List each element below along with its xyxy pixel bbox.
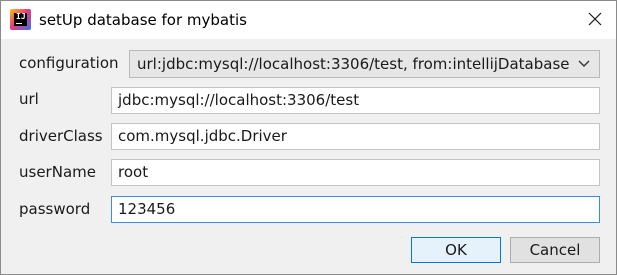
url-label: url <box>19 90 39 108</box>
chevron-down-icon <box>578 60 590 67</box>
configuration-selected-value: url:jdbc:mysql://localhost:3306/test, fr… <box>137 55 570 73</box>
ok-button[interactable]: OK <box>411 237 501 263</box>
url-field[interactable]: jdbc:mysql://localhost:3306/test <box>111 87 600 114</box>
driver-class-label: driverClass <box>19 127 103 145</box>
window-title: setUp database for mybatis <box>39 11 247 29</box>
cancel-button[interactable]: Cancel <box>510 237 600 263</box>
dialog-window: IJ setUp database for mybatis configurat… <box>0 0 617 275</box>
username-label: userName <box>19 163 96 181</box>
configuration-label: configuration <box>19 54 119 72</box>
username-field[interactable]: root <box>111 159 600 186</box>
close-icon[interactable] <box>584 8 606 30</box>
driver-class-field[interactable]: com.mysql.jdbc.Driver <box>111 123 600 150</box>
password-field[interactable]: 123456 <box>111 196 600 223</box>
password-label: password <box>19 200 91 218</box>
intellij-app-icon: IJ <box>10 9 31 30</box>
title-bar[interactable]: IJ setUp database for mybatis <box>1 1 616 39</box>
configuration-select[interactable]: url:jdbc:mysql://localhost:3306/test, fr… <box>129 50 600 78</box>
